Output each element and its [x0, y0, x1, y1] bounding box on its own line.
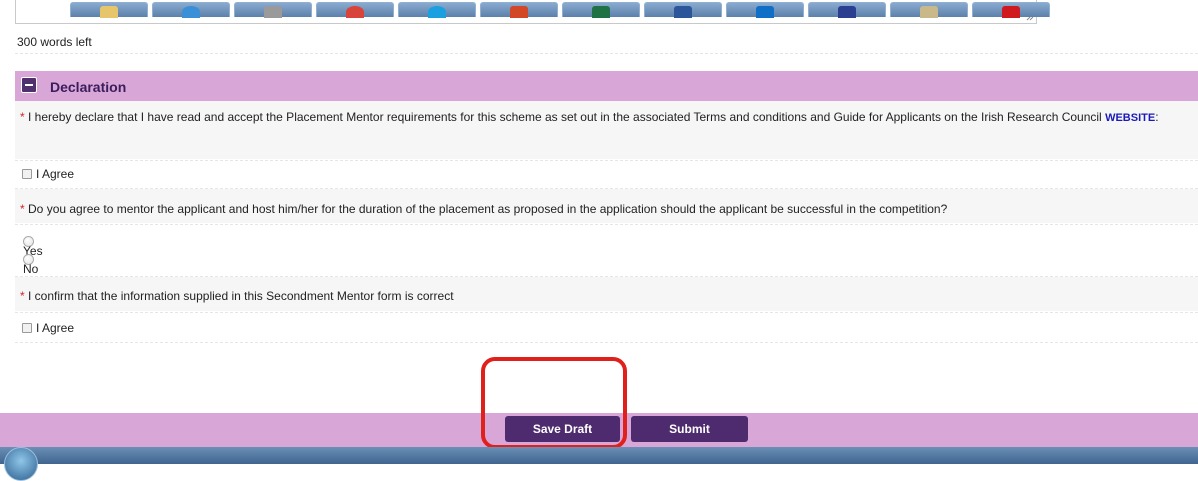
required-marker: * [20, 289, 25, 303]
question-2-label: Do you agree to mentor the applicant and… [28, 202, 948, 216]
acrobat-icon[interactable] [972, 2, 1050, 18]
divider [15, 160, 1198, 161]
question-1-suffix: : [1155, 110, 1159, 124]
app-icon[interactable] [808, 2, 886, 18]
divider [15, 53, 1198, 54]
divider [15, 342, 1198, 343]
declaration-section-header[interactable]: Declaration [15, 71, 1198, 101]
start-orb[interactable] [4, 447, 38, 481]
collapse-icon[interactable] [21, 77, 37, 93]
website-link[interactable]: WEBSITE [1105, 112, 1155, 124]
powerpoint-icon[interactable] [480, 2, 558, 18]
app-icon[interactable] [234, 2, 312, 18]
windows-taskbar [0, 447, 1198, 464]
agree-1-label: I Agree [36, 167, 75, 181]
internet-explorer-icon[interactable] [152, 2, 230, 18]
submit-button[interactable]: Submit [631, 416, 748, 442]
skype-icon[interactable] [398, 2, 476, 18]
app-icon[interactable] [890, 2, 968, 18]
agree-1-row[interactable]: I Agree [22, 167, 74, 182]
required-marker: * [20, 110, 25, 124]
chrome-icon[interactable] [316, 2, 394, 18]
agree-1-checkbox[interactable] [22, 169, 32, 179]
no-label: No [23, 262, 39, 276]
agree-3-label: I Agree [36, 321, 75, 335]
question-3-text: * I confirm that the information supplie… [20, 289, 454, 304]
agree-3-row[interactable]: I Agree [22, 321, 74, 336]
outlook-icon[interactable] [726, 2, 804, 18]
question-1-text: * I hereby declare that I have read and … [20, 110, 1185, 126]
word-icon[interactable] [644, 2, 722, 18]
file-explorer-icon[interactable] [70, 2, 148, 18]
highlight-annotation [481, 357, 627, 449]
excel-icon[interactable] [562, 2, 640, 18]
question-3-label: I confirm that the information supplied … [28, 289, 454, 303]
words-left-counter: 300 words left [17, 35, 92, 49]
agree-3-checkbox[interactable] [22, 323, 32, 333]
divider [15, 224, 1198, 225]
question-2-text: * Do you agree to mentor the applicant a… [20, 202, 947, 217]
question-1-label: I hereby declare that I have read and ac… [28, 110, 1102, 124]
divider [15, 312, 1198, 313]
required-marker: * [20, 202, 25, 216]
section-title: Declaration [50, 79, 127, 95]
